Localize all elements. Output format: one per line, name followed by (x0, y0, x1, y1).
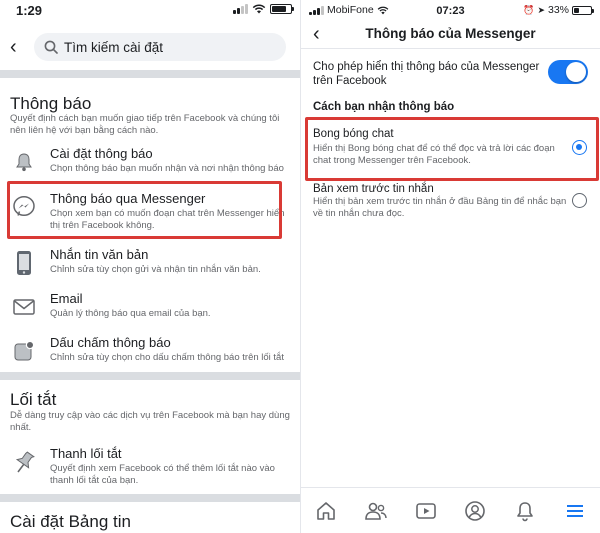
settings-item-shortcuts-bar[interactable]: Thanh lối tắt Quyết định xem Facebook có… (0, 444, 300, 486)
location-icon: ➤ (537, 4, 545, 15)
section-divider (0, 494, 300, 502)
pin-icon (10, 448, 38, 476)
item-description: Chỉnh sửa tùy chọn gửi và nhận tin nhắn … (50, 264, 261, 275)
toggle-knob (566, 62, 586, 82)
messenger-toggle-label: Cho phép hiển thị thông báo của Messenge… (313, 61, 540, 87)
settings-item-messenger-notifications[interactable]: Thông báo qua Messenger Chọn xem bạn có … (0, 189, 300, 231)
section-divider (0, 70, 300, 78)
bottom-tab-bar (301, 487, 600, 533)
friends-icon[interactable] (361, 496, 391, 526)
search-icon (44, 40, 58, 54)
status-bar: 1:29 (0, 0, 300, 22)
messenger-notifications-toggle[interactable] (548, 60, 588, 84)
shortcuts-section-title: Lối tắt (10, 390, 57, 409)
option-title: Bong bóng chat (313, 128, 394, 140)
search-input[interactable] (64, 39, 264, 55)
news-feed-section-title: Cài đặt Bảng tin (10, 512, 131, 531)
option-message-preview[interactable]: Bản xem trước tin nhắn Hiển thị bản xem … (301, 178, 600, 224)
shortcuts-section-description: Dễ dàng truy cập vào các dịch vụ trên Fa… (10, 410, 290, 433)
messenger-notifications-panel: MobiFone 07:23 ⏰ ➤ 33% ‹ Thông báo của M… (300, 0, 600, 533)
receive-method-label: Cách bạn nhận thông báo (313, 101, 455, 113)
settings-item-text-messaging[interactable]: Nhắn tin văn bản Chỉnh sửa tùy chọn gửi … (0, 245, 300, 285)
page-title: Thông báo của Messenger (365, 26, 536, 41)
item-title: Dấu chấm thông báo (50, 335, 171, 350)
battery-icon (572, 5, 594, 15)
item-description: Chọn xem bạn có muốn đoạn chat trên Mess… (50, 208, 285, 231)
item-description: Quản lý thông báo qua email của bạn. (50, 308, 211, 319)
status-time: 1:29 (16, 3, 43, 18)
profile-icon[interactable] (460, 496, 490, 526)
option-description: Hiển thị Bong bóng chat để có thể đọc và… (313, 143, 555, 166)
bell-icon (10, 148, 38, 176)
item-title: Thanh lối tắt (50, 446, 122, 461)
option-title: Bản xem trước tin nhắn (313, 183, 434, 195)
option-chat-heads[interactable]: Bong bóng chat Hiển thị Bong bóng chat đ… (301, 118, 600, 176)
item-title: Nhắn tin văn bản (50, 247, 149, 262)
watch-icon[interactable] (411, 496, 441, 526)
item-title: Email (50, 291, 83, 306)
item-title: Thông báo qua Messenger (50, 191, 206, 206)
bell-icon[interactable] (510, 496, 540, 526)
battery-percent: 33% (547, 4, 569, 16)
notifications-section-description: Quyết định cách bạn muốn giao tiếp trên … (10, 113, 280, 136)
alarm-icon: ⏰ (523, 4, 535, 15)
status-bar: MobiFone 07:23 ⏰ ➤ 33% (301, 0, 600, 22)
section-divider (0, 372, 300, 380)
search-box[interactable] (34, 33, 286, 61)
status-right-group: ⏰ ➤ 33% (523, 4, 594, 16)
battery-icon (270, 4, 294, 14)
settings-item-notification-settings[interactable]: Cài đặt thông báo Chọn thông báo bạn muố… (0, 144, 300, 184)
header-divider (301, 48, 600, 49)
option-description: Hiển thị bản xem trước tin nhắn ở đầu Bả… (313, 196, 567, 219)
item-description: Chỉnh sửa tùy chọn cho dấu chấm thông bá… (50, 352, 284, 363)
settings-item-notification-dots[interactable]: Dấu chấm thông báo Chỉnh sửa tùy chọn ch… (0, 333, 300, 373)
home-icon[interactable] (311, 496, 341, 526)
wifi-icon (252, 4, 266, 14)
settings-item-email[interactable]: Email Quản lý thông báo qua email của bạ… (0, 289, 300, 329)
signal-icon (233, 4, 248, 14)
menu-icon[interactable] (560, 496, 590, 526)
notifications-section-title: Thông báo (10, 94, 92, 113)
message-preview-radio[interactable] (572, 193, 587, 208)
item-description: Chọn thông báo bạn muốn nhận và nơi nhận… (50, 163, 284, 174)
envelope-icon (10, 293, 38, 321)
back-button[interactable]: ‹ (10, 37, 17, 57)
item-description: Quyết định xem Facebook có thể thêm lối … (50, 463, 275, 486)
messenger-icon (10, 193, 38, 221)
settings-panel: 1:29 ‹ Thông báo Quyết định cách bạn muố… (0, 0, 300, 533)
phone-icon (10, 249, 38, 277)
notification-dot-icon (10, 337, 38, 365)
chat-heads-radio[interactable] (572, 140, 587, 155)
status-icons (233, 4, 294, 14)
item-title: Cài đặt thông báo (50, 146, 153, 161)
